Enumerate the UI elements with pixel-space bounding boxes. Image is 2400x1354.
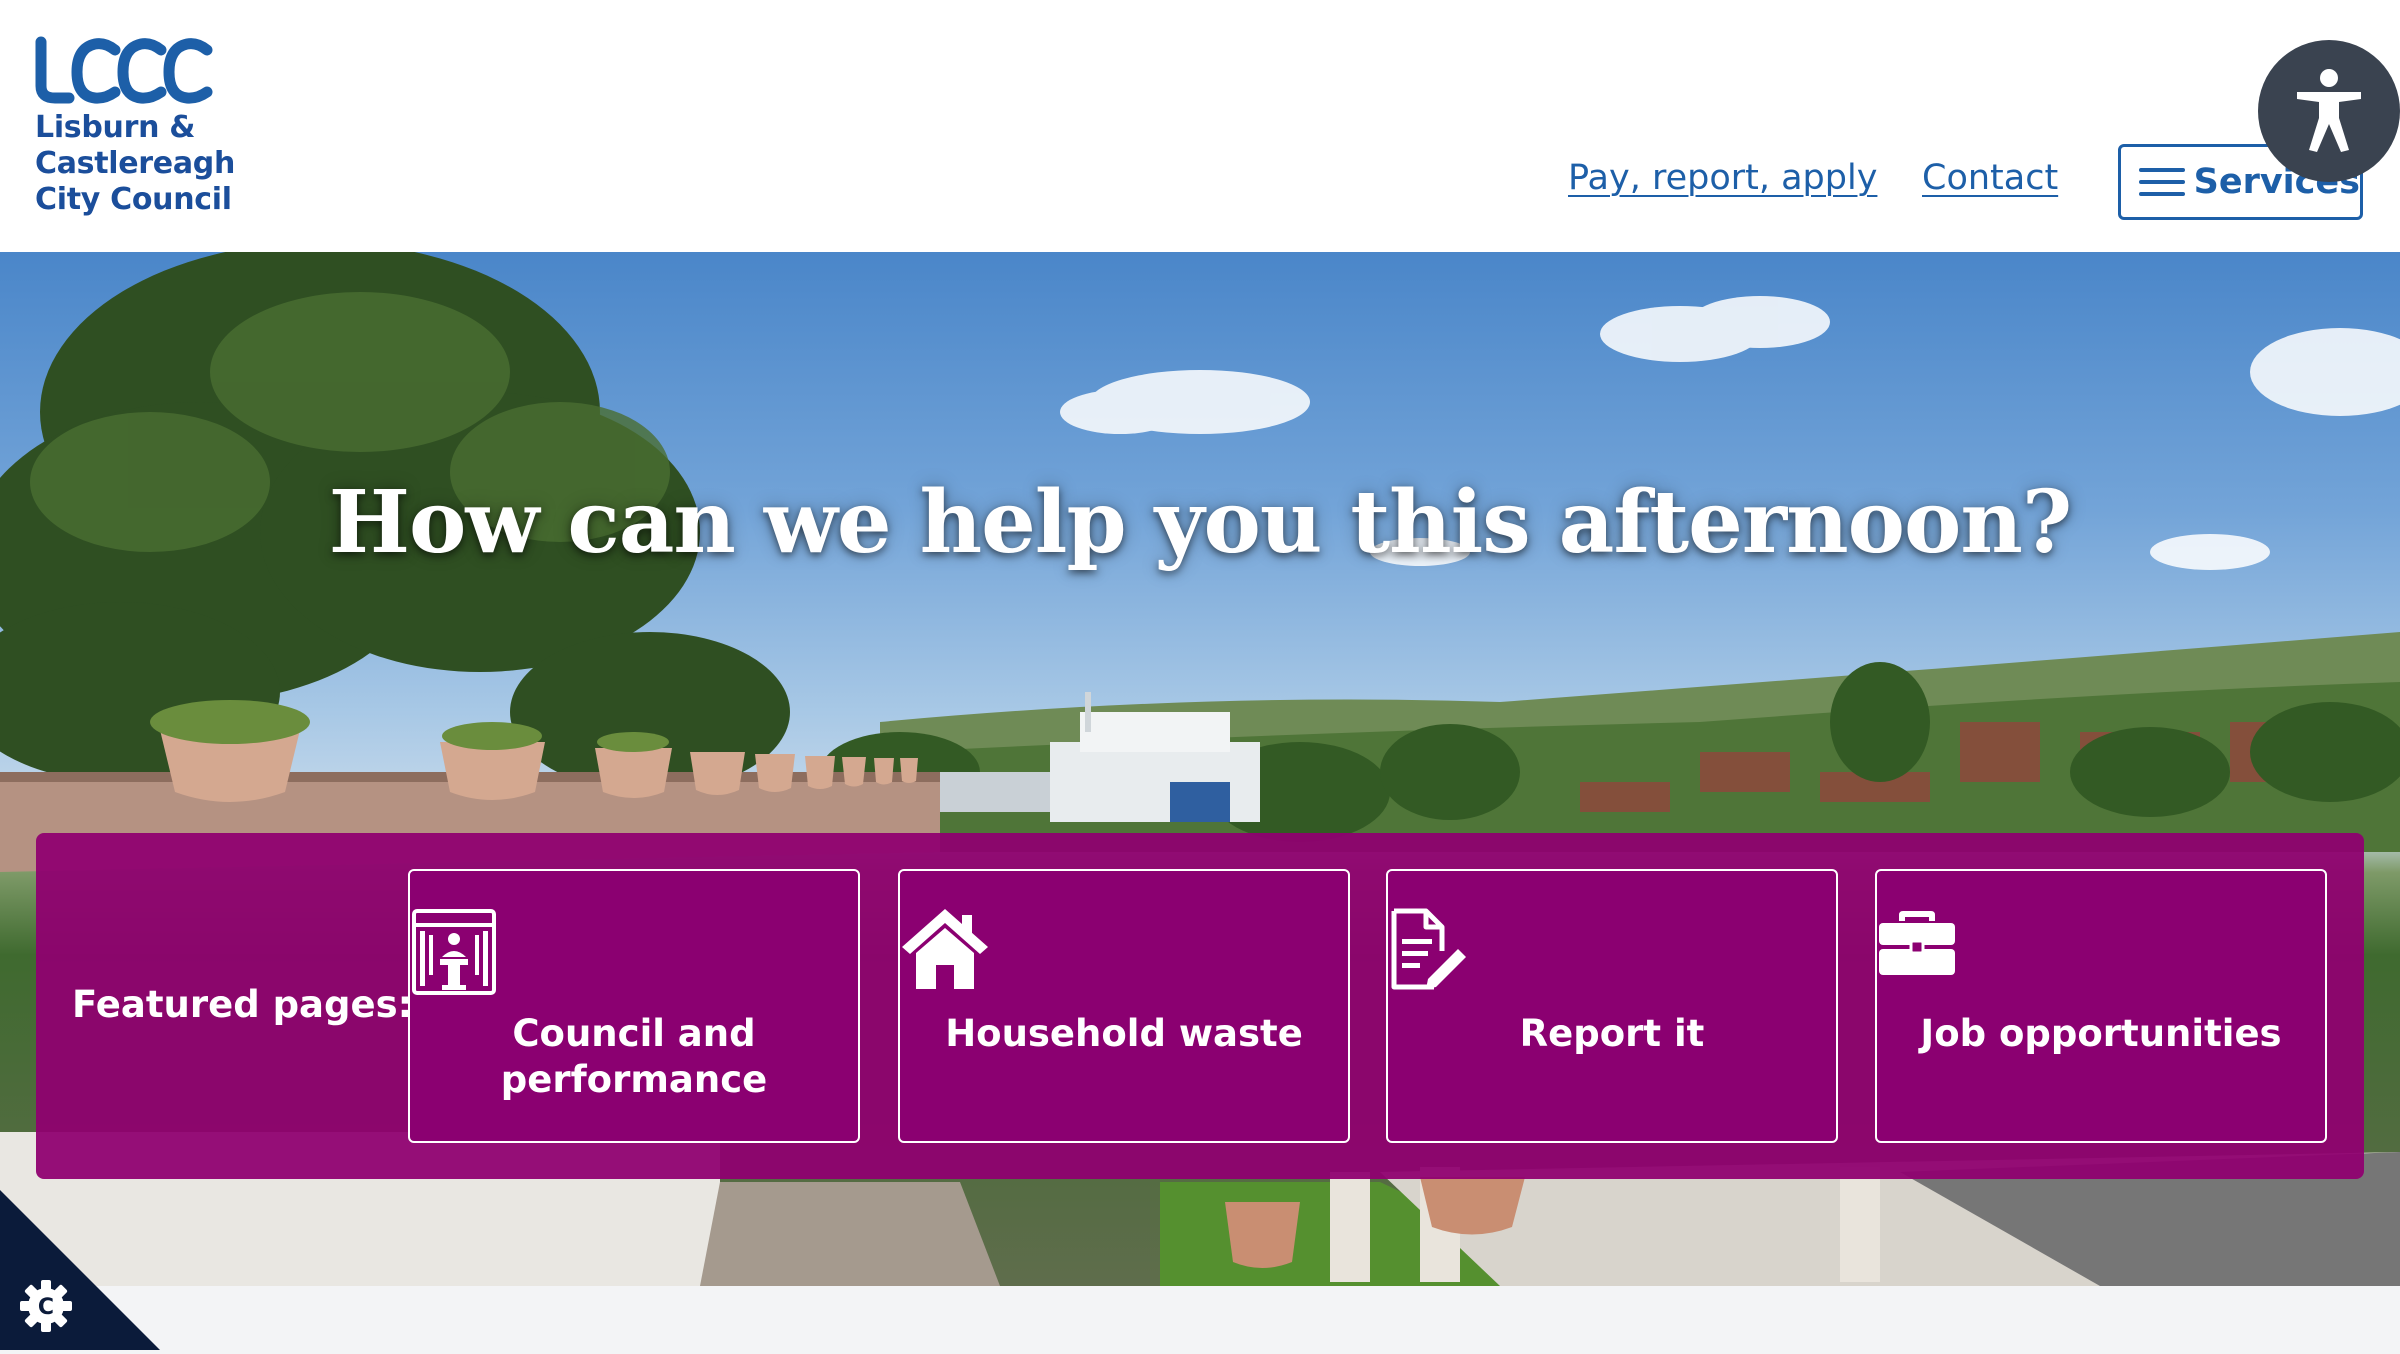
hero-banner: How can we help you this afternoon? Feat… — [0, 252, 2400, 1286]
council-chamber-icon — [412, 909, 496, 995]
featured-card-label: Household waste — [945, 1012, 1303, 1055]
briefcase-icon — [1879, 911, 1955, 975]
site-header: Lisburn & Castlereagh City Council Pay, … — [0, 0, 2400, 252]
page-bottom-strip — [0, 1286, 2400, 1350]
featured-card-label: Council and performance — [500, 1012, 768, 1101]
featured-card-household-waste[interactable]: Household waste — [898, 869, 1350, 1143]
featured-card-label: Job opportunities — [1920, 1012, 2282, 1055]
featured-card-report-it[interactable]: Report it — [1386, 869, 1838, 1143]
featured-pages-label: Featured pages: — [72, 983, 413, 1026]
cookie-settings-gear-icon: C — [0, 1190, 160, 1350]
hamburger-menu-icon — [2139, 164, 2185, 200]
cookie-settings-button[interactable]: C — [0, 1190, 160, 1350]
accessibility-button[interactable] — [2258, 40, 2400, 182]
house-icon — [902, 909, 988, 989]
accessibility-person-icon — [2297, 69, 2361, 152]
featured-card-job-opportunities[interactable]: Job opportunities — [1875, 869, 2327, 1143]
nav-contact-link[interactable]: Contact — [1922, 158, 2058, 198]
nav-pay-report-apply-link[interactable]: Pay, report, apply — [1568, 158, 1877, 198]
svg-text:C: C — [38, 1295, 54, 1320]
hero-heading: How can we help you this afternoon? — [328, 472, 2073, 573]
document-edit-icon — [1391, 908, 1466, 990]
lccc-logo-mark — [35, 36, 213, 104]
council-name-line-3: City Council — [35, 182, 232, 217]
featured-card-label: Report it — [1519, 1012, 1705, 1055]
council-name-line-2: Castlereagh — [35, 146, 236, 181]
council-name-line-1: Lisburn & — [35, 110, 196, 145]
featured-pages-panel: Featured pages: Council and performance … — [36, 833, 2364, 1179]
council-name: Lisburn & Castlereagh City Council — [35, 110, 235, 218]
council-logo[interactable]: Lisburn & Castlereagh City Council — [33, 36, 235, 218]
featured-card-council-performance[interactable]: Council and performance — [408, 869, 860, 1143]
